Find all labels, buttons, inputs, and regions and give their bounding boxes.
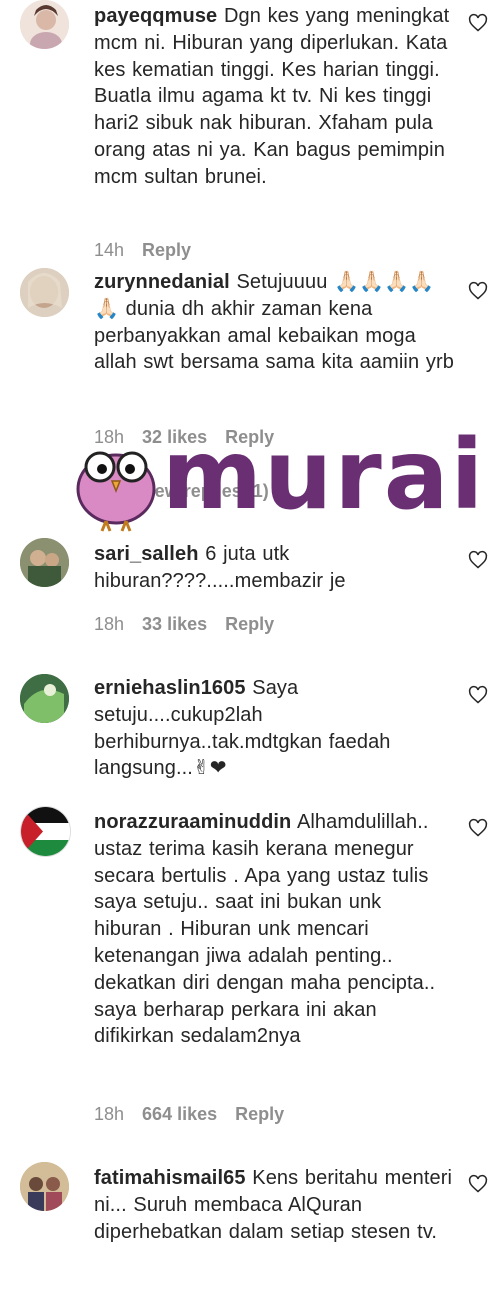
avatar[interactable] [20,268,69,317]
comment-body: norazzuraaminuddin Alhamdulillah.. ustaz… [94,809,454,1050]
avatar[interactable] [20,0,69,49]
comment-text: Alhamdulillah.. ustaz terima kasih keran… [94,811,436,1048]
avatar[interactable] [20,806,71,857]
comment-username[interactable]: fatimahismail65 [94,1167,246,1189]
owl-mascot-icon [76,451,156,532]
comment-body: sari_salleh 6 juta utk hiburan????.....m… [94,541,454,595]
comment-body: erniehaslin1605 Saya setuju....cukup2lah… [94,675,454,782]
comment-body: zurynnedanial Setujuuuu 🙏🏻🙏🏻🙏🏻🙏🏻🙏🏻 dunia… [94,269,454,376]
heart-outline-icon[interactable] [468,281,488,301]
comment-username[interactable]: norazzuraaminuddin [94,811,291,833]
avatar[interactable] [20,674,69,723]
reply-button[interactable]: Reply [225,614,274,634]
avatar[interactable] [20,538,69,587]
comment-body: fatimahismail65 Kens beritahu menteri ni… [94,1165,454,1245]
comment-time: 14h [94,240,125,260]
comment-likes[interactable]: 33 likes [142,614,207,634]
comment-text: Dgn kes yang meningkat mcm ni. Hiburan y… [94,5,450,188]
comment-username[interactable]: erniehaslin1605 [94,677,246,699]
watermark-text: murai [162,419,486,531]
comment-meta: 14h Reply [94,240,191,261]
heart-outline-icon[interactable] [468,685,488,705]
heart-outline-icon[interactable] [468,818,488,838]
heart-outline-icon[interactable] [468,1174,488,1194]
reply-button[interactable]: Reply [235,1104,284,1124]
comment-meta: 18h 33 likes Reply [94,614,274,635]
comment-time: 18h [94,1104,125,1124]
heart-outline-icon[interactable] [468,13,488,33]
comment-meta: 18h 664 likes Reply [94,1104,284,1125]
comment-username[interactable]: payeqqmuse [94,5,217,27]
comment-username[interactable]: zurynnedanial [94,271,230,293]
comment-body: payeqqmuse Dgn kes yang meningkat mcm ni… [94,3,454,191]
comment-likes[interactable]: 664 likes [142,1104,217,1124]
avatar[interactable] [20,1162,69,1211]
heart-outline-icon[interactable] [468,550,488,570]
reply-button[interactable]: Reply [142,240,191,260]
watermark-logo: murai [72,425,483,533]
comment-username[interactable]: sari_salleh [94,543,199,565]
comment-time: 18h [94,614,125,634]
